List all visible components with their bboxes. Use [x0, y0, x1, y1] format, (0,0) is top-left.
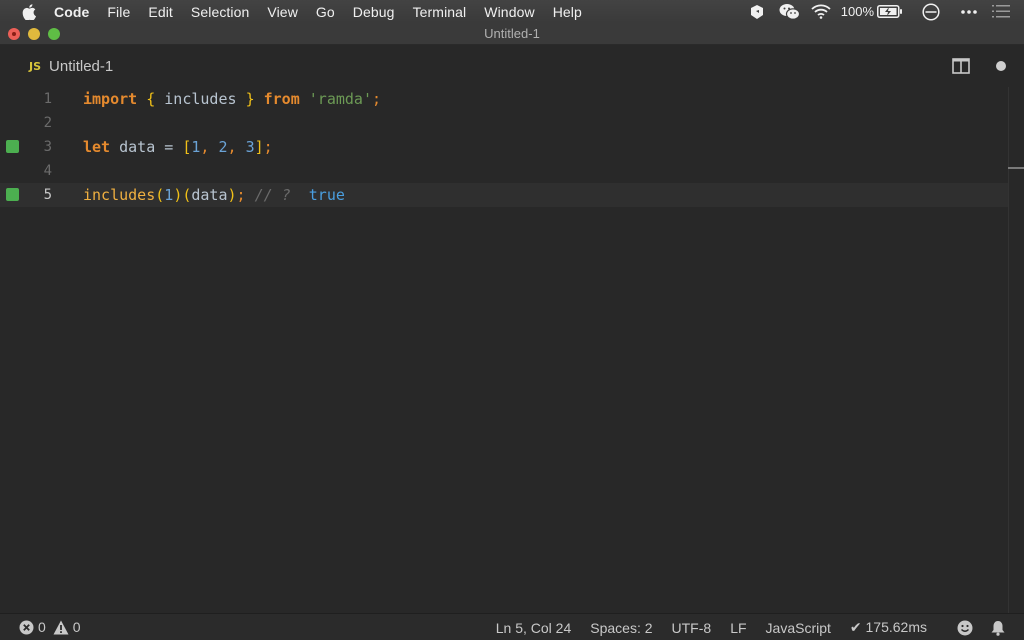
code-token: from [263, 90, 300, 108]
feedback-smiley-icon[interactable] [957, 620, 973, 636]
overview-ruler-cursor-marker [1008, 167, 1024, 169]
code-line[interactable]: 4 [0, 159, 1008, 183]
code-token: 1 [164, 186, 174, 204]
menu-view[interactable]: View [267, 4, 298, 20]
notification-list-icon[interactable] [992, 5, 1010, 18]
tab-label: Untitled-1 [49, 57, 114, 75]
code-line[interactable]: 5 includes(1)(data); // ? true [0, 183, 1008, 207]
status-bar-right: Ln 5, Col 24 Spaces: 2 UTF-8 LF JavaScri… [496, 614, 1024, 640]
code-token: ( [155, 186, 165, 204]
window-controls [8, 28, 68, 40]
editor-tab-bar: JS Untitled-1 [0, 45, 1024, 87]
javascript-file-icon: JS [29, 59, 42, 73]
code-token: includes [155, 90, 246, 108]
menu-edit[interactable]: Edit [148, 4, 173, 20]
code-token: // ? [245, 186, 300, 204]
code-token: ) [173, 186, 183, 204]
warning-count: 0 [72, 619, 81, 635]
line-number: 1 [43, 91, 52, 107]
menu-go[interactable]: Go [316, 4, 335, 20]
split-editor-icon[interactable] [952, 58, 970, 74]
code-token: , [227, 138, 246, 156]
tab-untitled-1[interactable]: JS Untitled-1 [29, 45, 113, 87]
code-token: data [191, 186, 228, 204]
code-token: 2 [218, 138, 228, 156]
unsaved-changes-dot-icon[interactable] [996, 61, 1006, 71]
line-number: 2 [43, 115, 52, 131]
minimize-window-button[interactable] [28, 28, 40, 40]
code-editor[interactable]: 1 import { includes } from 'ramda'; 2 3 let … [0, 87, 1024, 613]
line-number: 5 [43, 187, 52, 203]
editor-actions [952, 45, 1024, 87]
indentation-setting[interactable]: Spaces: 2 [590, 620, 652, 636]
code-token: ; [372, 90, 382, 108]
close-window-button[interactable] [8, 28, 20, 40]
macos-menu-bar: Code File Edit Selection View Go Debug T… [0, 0, 1024, 23]
code-token: ; [263, 138, 273, 156]
menu-window[interactable]: Window [484, 4, 534, 20]
maximize-window-button[interactable] [48, 28, 60, 40]
menu-file[interactable]: File [107, 4, 130, 20]
code-token: ] [254, 138, 264, 156]
code-token: ) [227, 186, 237, 204]
menu-terminal[interactable]: Terminal [413, 4, 467, 20]
code-token: ; [236, 186, 246, 204]
menu-debug[interactable]: Debug [353, 4, 395, 20]
line-number: 3 [43, 139, 52, 155]
notifications-bell-icon[interactable] [991, 620, 1005, 636]
code-line[interactable]: 3 let data = [1, 2, 3]; [0, 135, 1008, 159]
language-mode[interactable]: JavaScript [766, 620, 831, 636]
code-text: includes(1)(data); // ? true [83, 186, 345, 204]
menu-selection[interactable]: Selection [191, 4, 250, 20]
wifi-icon[interactable] [811, 4, 831, 19]
code-text: import { includes } from 'ramda'; [83, 90, 381, 108]
code-token: data = [110, 138, 183, 156]
code-line[interactable]: 2 [0, 111, 1008, 135]
cursor-position[interactable]: Ln 5, Col 24 [496, 620, 572, 636]
error-icon [19, 620, 34, 635]
code-token: { [146, 90, 156, 108]
apple-menu-icon[interactable] [19, 3, 39, 20]
cube-app-icon[interactable] [749, 4, 765, 20]
code-token: 3 [245, 138, 255, 156]
quokka-timing[interactable]: ✔ 175.62ms [850, 619, 927, 636]
menu-bar-status-area: 100% [749, 0, 1024, 23]
vertical-scrollbar[interactable] [1008, 87, 1024, 613]
wechat-icon[interactable] [779, 3, 801, 21]
status-bar: 0 0 Ln 5, Col 24 Spaces: 2 UTF-8 LF Java… [0, 613, 1024, 640]
code-token: } [245, 90, 255, 108]
code-token: true [299, 186, 345, 204]
battery-charging-icon[interactable] [877, 5, 903, 18]
code-token: includes [83, 186, 156, 204]
line-ending-setting[interactable]: LF [730, 620, 746, 636]
menu-app-code[interactable]: Code [54, 4, 89, 20]
code-token: let [83, 138, 111, 156]
battery-percent[interactable]: 100% [841, 4, 874, 19]
line-number: 4 [43, 163, 52, 179]
code-line[interactable]: 1 import { includes } from 'ramda'; [0, 87, 1008, 111]
problems-indicator[interactable]: 0 0 [19, 619, 88, 635]
encoding-setting[interactable]: UTF-8 [672, 620, 712, 636]
warning-icon [53, 620, 69, 635]
code-token: import [83, 90, 138, 108]
menu-help[interactable]: Help [553, 4, 582, 20]
code-text: let data = [1, 2, 3]; [83, 138, 273, 156]
window-title: Untitled-1 [484, 26, 540, 41]
code-token: , [200, 138, 219, 156]
code-token: 'ramda' [308, 90, 372, 108]
window-title-bar: Untitled-1 [0, 23, 1024, 45]
more-icon[interactable] [961, 9, 977, 14]
clock-icon[interactable] [922, 2, 940, 21]
error-count: 0 [38, 619, 46, 635]
